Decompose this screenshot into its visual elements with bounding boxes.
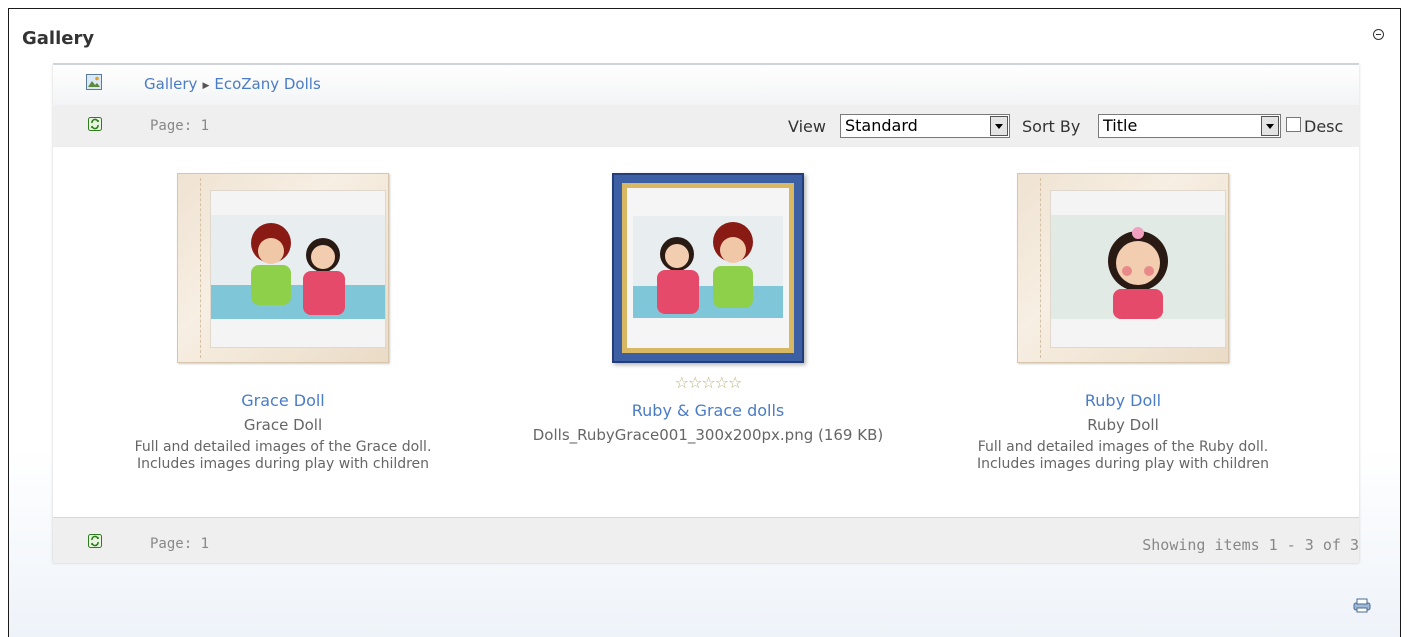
- view-select[interactable]: Standard: [840, 114, 1010, 138]
- item-subtitle: Grace Doll: [243, 416, 323, 434]
- bottom-toolbar: Page: 1 Showing items 1 - 3 of 3: [53, 517, 1359, 563]
- chevron-down-icon[interactable]: [990, 116, 1008, 136]
- item-count: Showing items 1 - 3 of 3: [1142, 536, 1359, 554]
- item-file-info: Dolls_RubyGrace001_300x200px.png (169 KB…: [532, 426, 884, 444]
- sort-select[interactable]: Title: [1098, 114, 1281, 138]
- gallery-item: ☆☆☆☆☆ Ruby & Grace dolls Dolls_RubyGrace…: [498, 147, 918, 444]
- breadcrumb-separator-icon: ▶: [202, 81, 210, 91]
- photo-mat: [627, 188, 789, 348]
- chevron-down-icon[interactable]: [1261, 116, 1279, 136]
- two-dolls-photo: [633, 216, 783, 318]
- star-rating[interactable]: ☆☆☆☆☆: [498, 373, 918, 395]
- desc-checkbox[interactable]: [1286, 117, 1301, 132]
- item-subtitle: Ruby Doll: [1087, 416, 1159, 434]
- breadcrumb-row: Gallery ▶ EcoZany Dolls: [53, 65, 1359, 105]
- ruby-doll-thumbnail[interactable]: [1017, 173, 1229, 363]
- refresh-icon[interactable]: [88, 534, 102, 548]
- item-title-link[interactable]: Grace Doll: [73, 391, 493, 410]
- top-toolbar: Page: 1 View Standard Sort By Title Desc: [53, 105, 1359, 147]
- image-icon: [86, 74, 102, 90]
- gallery-item: Ruby Doll Ruby Doll Full and detailed im…: [913, 147, 1333, 473]
- collapse-icon[interactable]: [1373, 29, 1384, 40]
- breadcrumb: Gallery ▶ EcoZany Dolls: [144, 75, 321, 93]
- ruby-grace-thumbnail[interactable]: [612, 173, 804, 363]
- sort-select-value: Title: [1103, 116, 1138, 135]
- page-indicator: Page: 1: [150, 536, 210, 552]
- gallery-item: Grace Doll Grace Doll Full and detailed …: [73, 147, 493, 473]
- item-title-link[interactable]: Ruby & Grace dolls: [498, 401, 918, 420]
- gallery-container: Gallery ▶ EcoZany Dolls Page: 1 View Stand…: [53, 63, 1359, 563]
- page-indicator: Page: 1: [150, 118, 210, 134]
- view-label: View: [788, 117, 826, 136]
- desc-label: Desc: [1304, 117, 1344, 136]
- breadcrumb-gallery-link[interactable]: Gallery: [144, 75, 197, 93]
- doll-photo: [1051, 215, 1225, 319]
- sort-by-label: Sort By: [1022, 117, 1081, 136]
- frame-border: [622, 183, 794, 353]
- item-description: Full and detailed images of the Grace do…: [73, 439, 493, 473]
- item-description: Full and detailed images of the Ruby dol…: [913, 439, 1333, 473]
- refresh-icon[interactable]: [88, 117, 102, 131]
- item-title-link[interactable]: Ruby Doll: [913, 391, 1333, 410]
- two-dolls-photo: [211, 215, 385, 319]
- breadcrumb-album-link[interactable]: EcoZany Dolls: [214, 75, 320, 93]
- album-spine: [1026, 178, 1041, 358]
- item-description-line: Full and detailed images of the Grace do…: [134, 439, 432, 455]
- photo-mat: [210, 190, 386, 348]
- album-spine: [186, 178, 201, 358]
- item-description-line: Full and detailed images of the Ruby dol…: [977, 439, 1269, 455]
- item-description-line: Includes images during play with childre…: [976, 456, 1270, 472]
- print-icon[interactable]: [1352, 597, 1372, 613]
- gallery-module: Gallery Gallery ▶ EcoZany Dolls Page: 1 Vi…: [8, 8, 1401, 637]
- grace-doll-thumbnail[interactable]: [177, 173, 389, 363]
- photo-mat: [1050, 190, 1226, 348]
- item-description-line: Includes images during play with childre…: [136, 456, 430, 472]
- module-title: Gallery: [22, 28, 95, 49]
- view-select-value: Standard: [845, 116, 918, 135]
